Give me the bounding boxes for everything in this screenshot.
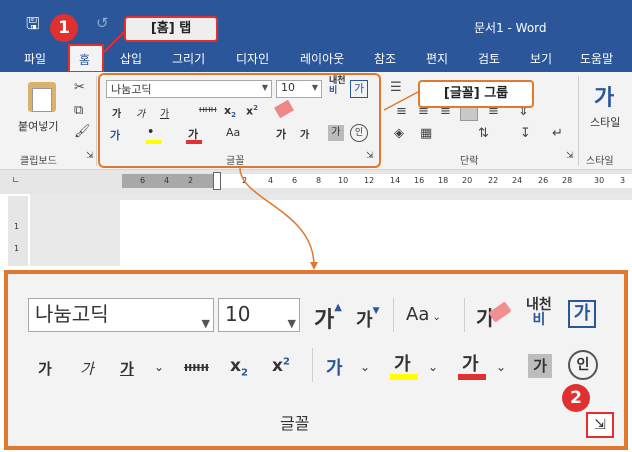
text-effects-icon[interactable]: 가 [326, 354, 343, 380]
shrink-font-icon[interactable]: 가▼ [356, 306, 379, 332]
highlight-color-bar [390, 374, 418, 380]
zoom-font-size-combo[interactable]: 10 ▼ [218, 298, 300, 332]
font-dialog-launcher-icon[interactable]: ⇲ [586, 412, 614, 438]
font-group-callout: [글꼴] 그룹 [418, 80, 534, 108]
font-color-icon[interactable]: 가 [462, 350, 479, 376]
chevron-down-icon[interactable]: ⌄ [360, 360, 370, 374]
grow-font-icon[interactable]: 가▲ [314, 302, 342, 334]
arrow-font-group [383, 91, 419, 111]
zoom-font-size-value: 10 [225, 302, 251, 326]
highlight-color-icon[interactable]: 가 [394, 350, 411, 376]
chevron-down-icon[interactable]: ⌄ [154, 360, 164, 374]
italic-icon[interactable]: 가 [80, 358, 94, 379]
separator [393, 298, 394, 332]
chevron-down-icon: ▼ [201, 317, 210, 330]
chevron-down-icon[interactable]: ⌄ [496, 360, 506, 374]
arrow-home [103, 31, 125, 53]
change-case-icon[interactable]: Aa ⌄ [406, 304, 441, 325]
font-color-bar [458, 374, 486, 380]
hanja-convert-icon[interactable]: 내천 비 [526, 298, 552, 328]
zoom-font-name-combo[interactable]: 나눔고딕 ▼ [28, 298, 214, 332]
character-shading-icon[interactable]: 가 [528, 354, 552, 378]
chevron-down-icon[interactable]: ⌄ [428, 360, 438, 374]
chevron-down-icon: ▼ [287, 317, 296, 330]
subscript-icon[interactable]: x2 [230, 356, 248, 378]
separator [464, 298, 465, 332]
underline-icon[interactable]: 가 [120, 358, 134, 379]
strikethrough-icon[interactable]: ʜʜʜ [184, 360, 209, 374]
phonetic-guide-icon[interactable]: 가 [568, 300, 596, 328]
superscript-icon[interactable]: x2 [272, 356, 290, 376]
enclose-characters-icon[interactable]: 인 [568, 350, 598, 380]
separator [312, 348, 313, 382]
arrowhead-zoom [310, 262, 318, 270]
step-2-badge: 2 [562, 384, 590, 412]
bold-icon[interactable]: 가 [38, 358, 52, 379]
arrow-zoom [239, 167, 315, 267]
zoom-font-group-label: 글꼴 [280, 414, 310, 433]
zoom-font-name-value: 나눔고딕 [35, 302, 109, 326]
